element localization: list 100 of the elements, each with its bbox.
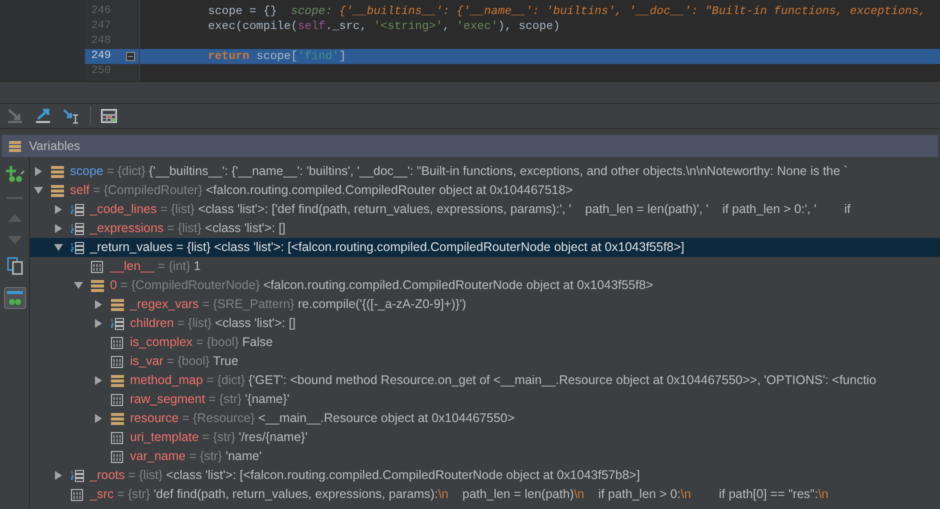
variable-value: False [242, 334, 273, 352]
code-line: scope = {} scope: {'__builtins__': {'__name__': 'builtins', '__doc__': "Built-in functions, exceptions, [208, 4, 926, 20]
variable-name: is_complex [130, 334, 193, 352]
collapse-arrow-icon[interactable] [74, 281, 83, 290]
variable-value: <__main__.Resource object at 0x104467550> [258, 410, 515, 428]
tree-row[interactable]: var_name = {str} 'name' [30, 447, 940, 466]
copy-icon[interactable] [6, 257, 22, 275]
expand-arrow-icon[interactable] [94, 319, 103, 328]
tree-row[interactable]: is_var = {bool} True [30, 352, 940, 371]
value-icon [111, 450, 124, 462]
type-label: = {list} [166, 220, 203, 238]
variable-name: is_var [130, 353, 164, 370]
variable-value: <class 'list'>: [<falcon.routing.compiled.CompiledRouterNode object at 0x1043f57b8>] [166, 467, 640, 484]
tree-row[interactable]: self = {CompiledRouter} <falcon.routing.compiled.CompiledRouter object at 0x104467518> [30, 181, 940, 200]
tree-row[interactable]: _expressions = {list} <class 'list'>: [] [30, 219, 940, 238]
tree-row[interactable]: raw_segment = {str} '{name}' [30, 390, 940, 409]
expand-arrow-icon[interactable] [94, 414, 103, 423]
type-label: = {list} [176, 315, 213, 332]
variable-name: resource [130, 410, 179, 428]
variable-name: children [130, 315, 174, 332]
variable-value: 'def find(path, return_values, expressions, params):\n path_len = len(path)\n if path_len > 0:\n if path[0] == "res":\n [154, 486, 829, 504]
type-label: = {list} [159, 201, 196, 218]
object-icon [111, 298, 124, 310]
object-icon [111, 412, 124, 424]
code-line: exec(compile(self._src, '<string>', 'exec'), scope) [208, 18, 560, 35]
tree-row[interactable]: uri_template = {str} '/res/{name}' [30, 428, 940, 447]
variable-value: '{name}' [245, 391, 290, 408]
variable-name: var_name [130, 448, 186, 466]
variable-name: _code_lines [90, 201, 157, 218]
type-label: = {Resource} [181, 410, 256, 428]
variable-value: '/res/{name}' [238, 429, 308, 446]
tree-row[interactable]: scope = {dict} {'__builtins__': {'__name__': 'builtins', '__doc__': "Built-in functions, exceptions, and other objects.\n\nNoteworthy: None is the ` [30, 162, 940, 181]
run-to-cursor-icon[interactable] [62, 108, 80, 124]
tree-row[interactable]: __len__ = {int} 1 [30, 257, 940, 276]
variable-value: <falcon.routing.compiled.CompiledRouterNode object at 0x1043f55f8> [263, 277, 654, 294]
variable-value: {'__builtins__': {'__name__': 'builtins', '__doc__': "Built-in functions, exceptions, and other objects.\n\nNoteworthy: None is the ` [148, 163, 848, 180]
variable-value: 'name' [226, 448, 262, 466]
add-watch-icon[interactable] [4, 165, 24, 183]
variable-value: 1 [194, 258, 201, 276]
variable-name: _regex_vars [130, 296, 199, 314]
type-label: = {list} [175, 239, 212, 256]
tree-row[interactable]: resource = {Resource} <__main__.Resource object at 0x104467550> [30, 409, 940, 428]
tree-row[interactable]: method_map = {dict} {'GET': <bound method Resource.on_get of <__main__.Resource object at 0x104467550>>, 'OPTIONS': <functio [30, 371, 940, 390]
collapse-arrow-icon[interactable] [54, 243, 63, 252]
expand-arrow-icon[interactable] [94, 300, 103, 309]
variable-value: True [213, 353, 238, 370]
variable-name: uri_template [130, 429, 199, 446]
value-icon [111, 356, 124, 368]
panel-title: Variables [29, 138, 80, 155]
expand-arrow-icon[interactable] [54, 224, 63, 233]
expand-arrow-icon[interactable] [54, 205, 63, 214]
variable-value: <class 'list'>: [] [205, 220, 286, 238]
variables-icon [9, 140, 21, 152]
calculator-icon[interactable] [101, 109, 117, 123]
list-icon [71, 470, 84, 482]
tree-row[interactable]: _regex_vars = {SRE_Pattern} re.compile('{([-_a-zA-Z0-9]+)}') [30, 295, 940, 314]
expand-arrow-icon[interactable] [54, 471, 63, 480]
variable-value: <class 'list'>: [] [215, 315, 296, 332]
type-label: = {bool} [166, 353, 211, 370]
type-label: = {str} [201, 429, 236, 446]
variable-name: _expressions [90, 220, 164, 238]
watches-toggle-icon[interactable] [4, 287, 26, 309]
collapse-arrow-icon[interactable] [34, 186, 43, 195]
object-icon [111, 374, 124, 386]
list-icon [71, 242, 84, 254]
variable-value: <class 'list'>: [<falcon.routing.compiled.CompiledRouterNode object at 0x1043f55f8>] [214, 239, 684, 256]
value-icon [71, 488, 84, 500]
value-icon [111, 432, 124, 444]
variable-name: 0 [110, 277, 117, 294]
tree-row[interactable]: _return_values = {list} <class 'list'>: [<falcon.routing.compiled.CompiledRouterNode object at 0x1043f55f8>] [30, 238, 940, 257]
type-label: = {bool} [195, 334, 240, 352]
list-icon [111, 318, 124, 330]
tree-row[interactable]: 0 = {CompiledRouterNode} <falcon.routing.compiled.CompiledRouterNode object at 0x1043f55f8> [30, 276, 940, 295]
value-icon [91, 260, 104, 272]
object-icon [91, 280, 104, 292]
expand-arrow-icon[interactable] [94, 376, 103, 385]
variable-name: raw_segment [130, 391, 206, 408]
object-icon [51, 184, 64, 196]
type-label: = {list} [127, 467, 164, 484]
object-icon [51, 166, 64, 178]
value-icon [111, 336, 124, 348]
value-icon [111, 394, 124, 406]
type-label: = {str} [208, 391, 243, 408]
type-label: = {CompiledRouter} [92, 182, 204, 200]
variable-name: _return_values [90, 239, 173, 256]
variable-name: _roots [90, 467, 125, 484]
type-label: = {dict} [205, 372, 246, 390]
type-label: = {int} [156, 258, 192, 276]
type-label: = {CompiledRouterNode} [119, 277, 261, 294]
tree-row[interactable]: _roots = {list} <class 'list'>: [<falcon.routing.compiled.CompiledRouterNode object at 0x1043f57b8>] [30, 466, 940, 485]
tree-row[interactable]: _src = {str} 'def find(path, return_values, expressions, params):\n path_len = len(path)\n if path_len > 0:\n if path[0] == "res":\n [30, 485, 940, 504]
variable-value: <class 'list'>: ['def find(path, return_values, expressions, params):', ' path_len = len(path)', ' if path_len > 0:', ' if [198, 201, 850, 218]
step-out-icon[interactable] [34, 108, 52, 124]
fold-marker-icon[interactable] [126, 52, 135, 61]
type-label: = {dict} [106, 163, 146, 180]
expand-arrow-icon[interactable] [34, 167, 43, 176]
variable-name: method_map [130, 372, 203, 390]
tree-row[interactable]: children = {list} <class 'list'>: [] [30, 314, 940, 333]
tree-row[interactable]: _code_lines = {list} <class 'list'>: ['def find(path, return_values, expressions, params):', ' path_len = len(path)', ' if path_len > 0:', ' if [30, 200, 940, 219]
tree-row[interactable]: is_complex = {bool} False [30, 333, 940, 352]
